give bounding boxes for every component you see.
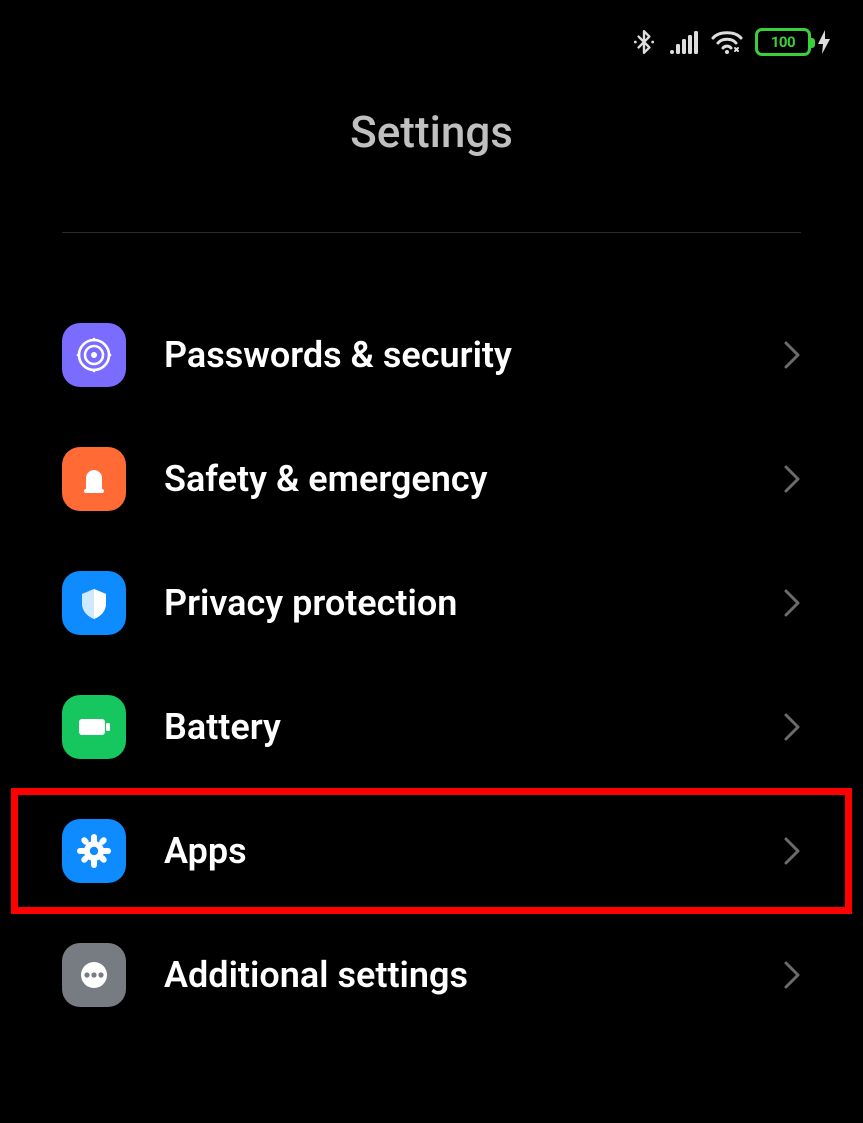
wifi-icon [711, 30, 743, 54]
more-icon [62, 943, 126, 1007]
settings-item-label: Battery [164, 706, 801, 748]
bluetooth-icon [631, 29, 657, 55]
status-bar: 100 [0, 0, 863, 66]
settings-item-label: Additional settings [164, 954, 801, 996]
settings-item-label: Privacy protection [164, 582, 801, 624]
cell-signal-icon [669, 30, 699, 54]
settings-item-label: Apps [164, 830, 801, 872]
settings-item-passwords-security[interactable]: Passwords & security [0, 293, 863, 417]
battery-percent: 100 [771, 33, 795, 51]
settings-item-battery[interactable]: Battery [0, 665, 863, 789]
settings-item-safety-emergency[interactable]: Safety & emergency [0, 417, 863, 541]
gear-icon [62, 819, 126, 883]
settings-item-apps[interactable]: Apps [12, 789, 851, 913]
charging-icon [817, 30, 831, 54]
chevron-right-icon [783, 588, 801, 618]
battery-icon [62, 695, 126, 759]
chevron-right-icon [783, 960, 801, 990]
settings-item-label: Safety & emergency [164, 458, 801, 500]
alarm-icon [62, 447, 126, 511]
chevron-right-icon [783, 712, 801, 742]
settings-list: Passwords & security Safety & emergency [0, 233, 863, 1037]
battery-indicator: 100 [755, 28, 831, 56]
fingerprint-icon [62, 323, 126, 387]
settings-screen: 100 Settings Passwords & security [0, 0, 863, 1123]
settings-item-privacy-protection[interactable]: Privacy protection [0, 541, 863, 665]
settings-item-label: Passwords & security [164, 334, 801, 376]
settings-item-additional-settings[interactable]: Additional settings [0, 913, 863, 1037]
page-title: Settings [0, 106, 863, 158]
chevron-right-icon [783, 464, 801, 494]
chevron-right-icon [783, 836, 801, 866]
shield-icon [62, 571, 126, 635]
chevron-right-icon [783, 340, 801, 370]
